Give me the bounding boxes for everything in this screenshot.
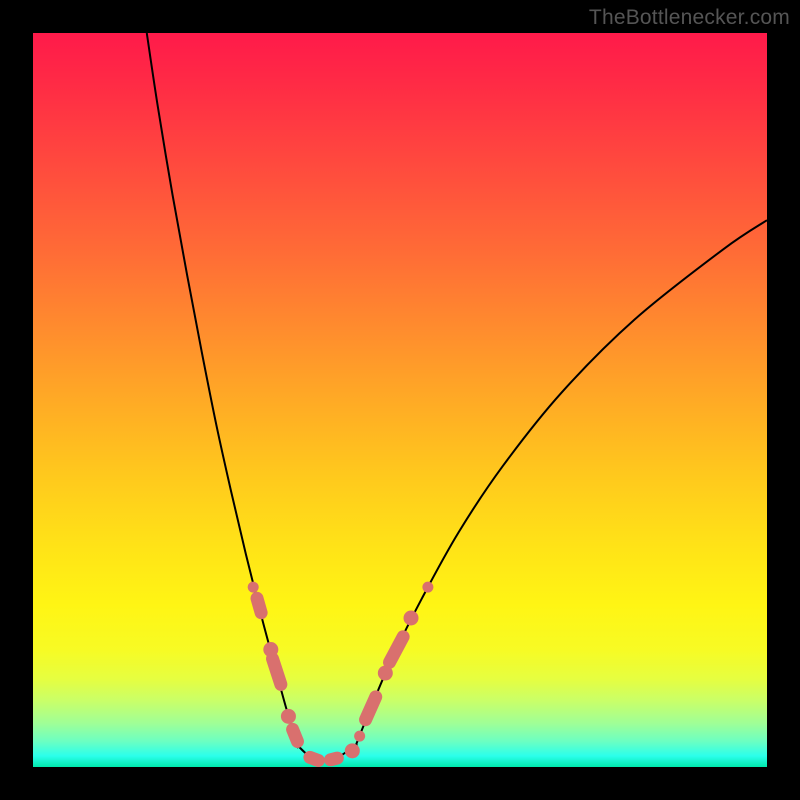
marker-dot-4 (281, 709, 296, 724)
chart-frame: TheBottlenecker.com (0, 0, 800, 800)
bottleneck-curve (147, 33, 767, 759)
marker-dot-13 (404, 610, 419, 625)
marker-pill-5 (284, 721, 306, 750)
marker-pill-3 (264, 651, 289, 693)
marker-layer (248, 582, 434, 769)
curve-layer (147, 33, 767, 759)
marker-dot-8 (345, 743, 360, 758)
marker-pill-12 (381, 628, 412, 671)
chart-overlay (33, 33, 767, 767)
marker-dot-9 (354, 731, 365, 742)
marker-dot-0 (248, 582, 259, 593)
marker-dot-14 (422, 582, 433, 593)
marker-pill-7 (323, 750, 346, 767)
watermark-text: TheBottlenecker.com (589, 6, 790, 30)
marker-pill-10 (357, 688, 384, 728)
marker-pill-1 (249, 590, 269, 620)
